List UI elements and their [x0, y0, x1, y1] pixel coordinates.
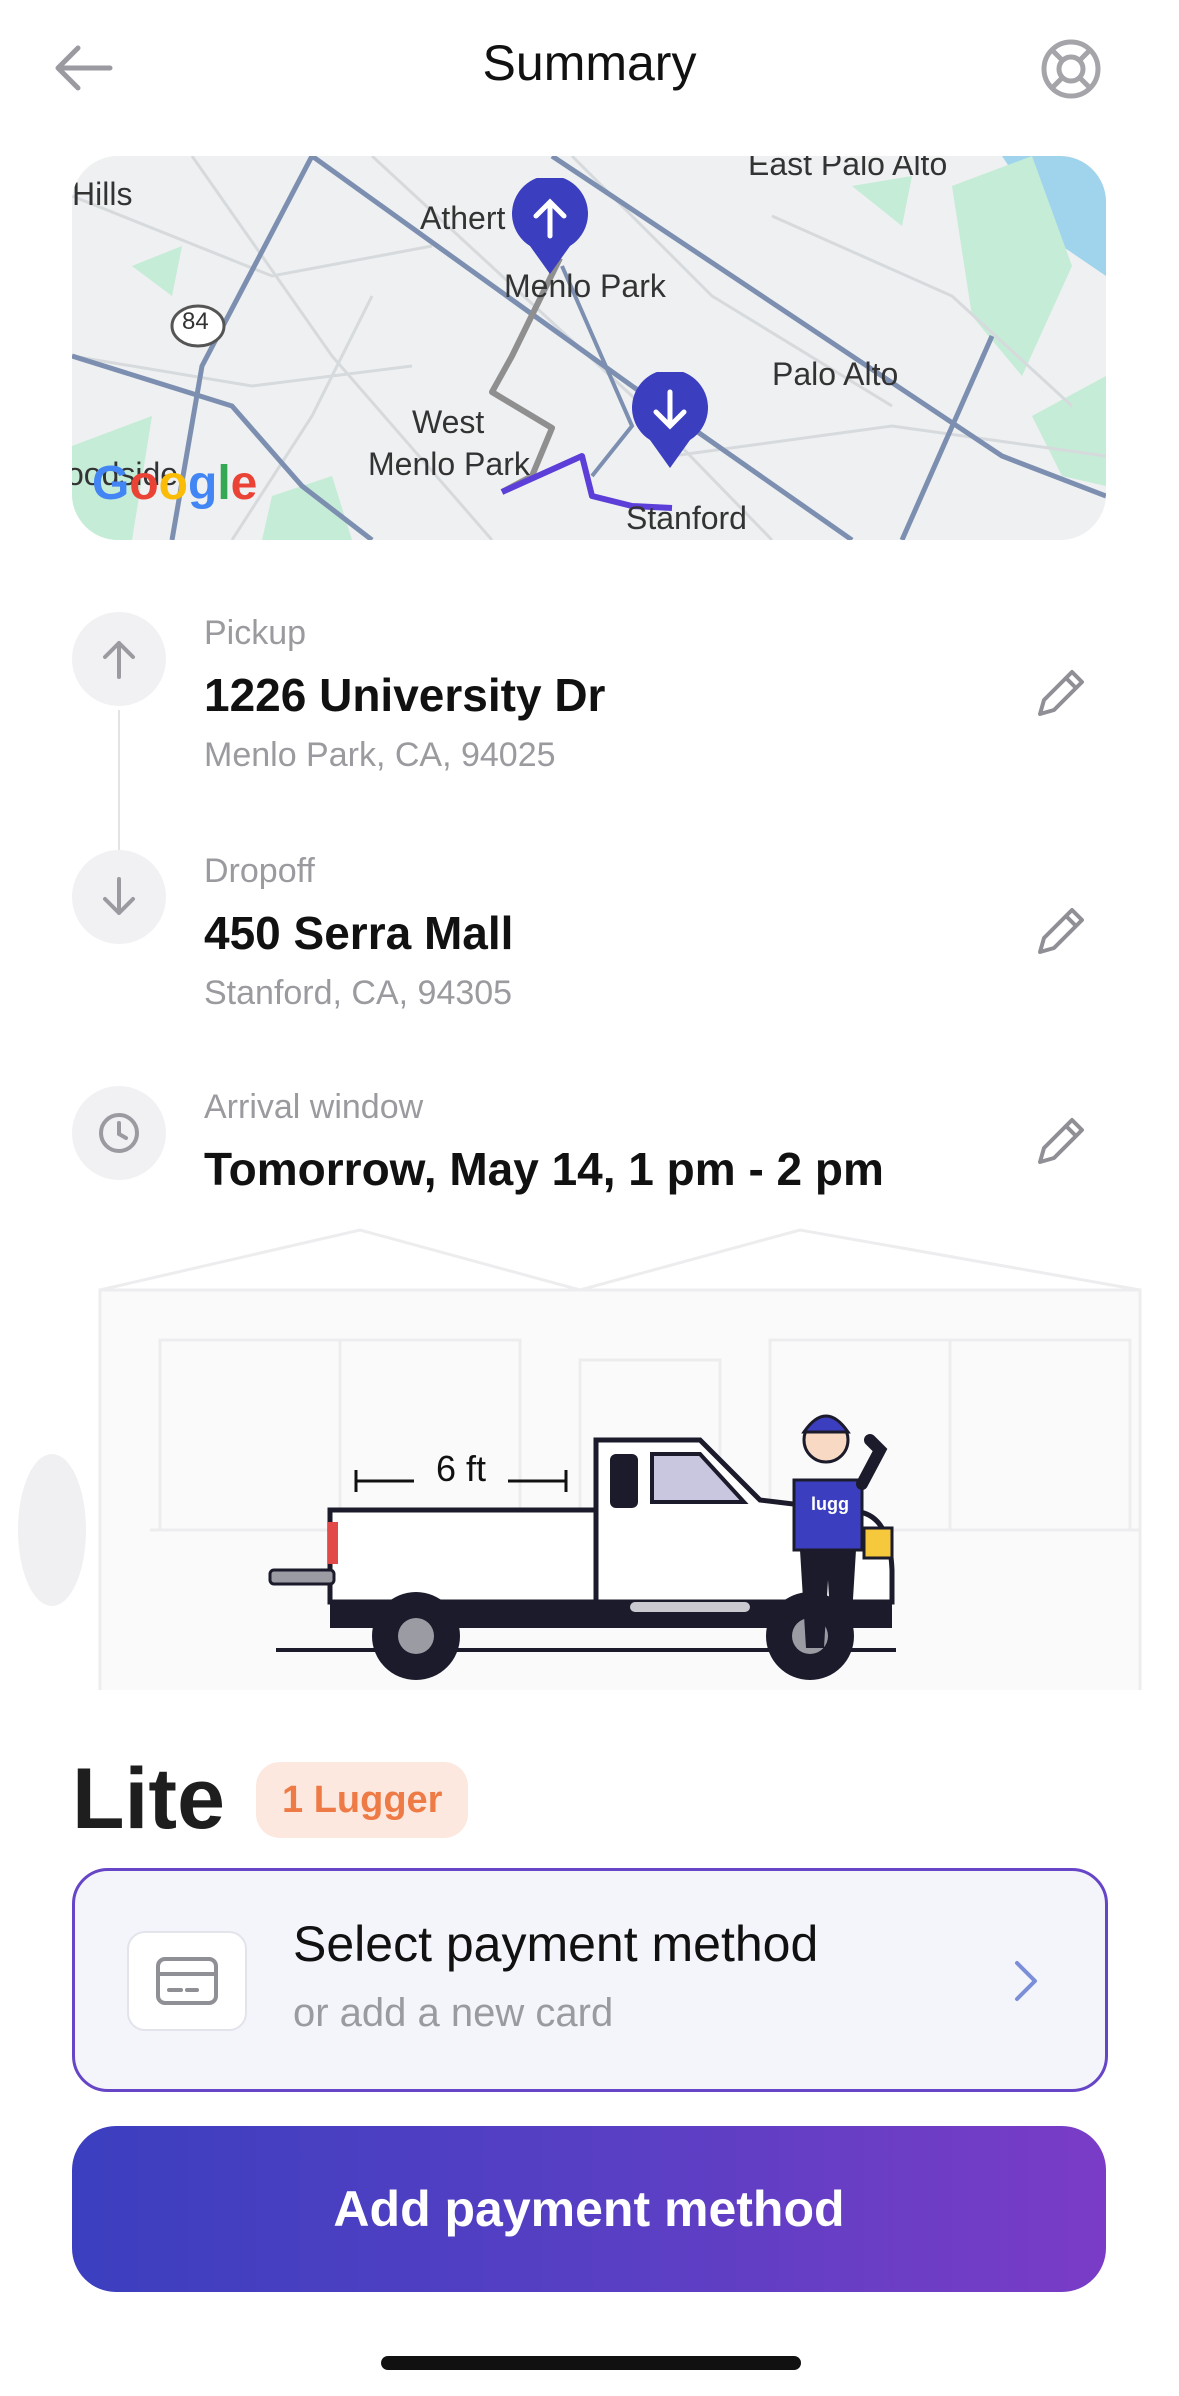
edit-pickup-icon[interactable] [1030, 664, 1090, 724]
route-connector [118, 710, 120, 854]
map-label: Menlo Park [368, 446, 530, 482]
pickup-label: Pickup [204, 614, 307, 652]
pickup-address: 1226 University Dr [204, 669, 606, 721]
chevron-right-icon [1015, 1961, 1037, 2001]
map-highway-label: 84 [182, 308, 209, 335]
arrow-up-icon [103, 641, 135, 679]
dropoff-address: 450 Serra Mall [204, 907, 514, 959]
plan-name: Lite [72, 1751, 225, 1847]
payment-title: Select payment method [293, 1916, 819, 1972]
google-logo: Google [92, 457, 258, 510]
dropoff-marker[interactable] [628, 372, 712, 472]
clock-icon [99, 1113, 139, 1153]
map-label: Athert [420, 200, 506, 236]
shrub-shape [18, 1454, 86, 1606]
dropoff-step-icon [72, 850, 166, 944]
add-payment-method-button[interactable]: Add payment method [72, 2126, 1106, 2292]
arrival-label: Arrival window [204, 1088, 424, 1126]
pickup-marker[interactable] [508, 178, 592, 278]
lifebuoy-icon [1041, 39, 1101, 99]
truck-illustration [18, 1228, 1142, 1690]
pickup-step-icon [72, 612, 166, 706]
pickup-city: Menlo Park, CA, 94025 [204, 736, 556, 774]
map-label: Stanford [626, 500, 747, 536]
dropoff-label: Dropoff [204, 852, 315, 890]
payment-subtitle: or add a new card [293, 1991, 614, 2035]
page-title: Summary [482, 35, 697, 91]
home-indicator [381, 2356, 801, 2370]
map-label: Hills [72, 176, 133, 212]
dropoff-city: Stanford, CA, 94305 [204, 974, 513, 1012]
map-label: East Palo Alto [748, 156, 948, 182]
select-payment-method-card[interactable]: Select payment method or add a new card [72, 1868, 1108, 2092]
help-button[interactable] [1038, 36, 1104, 102]
map-label: Palo Alto [772, 356, 899, 392]
arrow-down-icon [103, 877, 135, 915]
credit-card-icon [127, 1931, 247, 2031]
route-map[interactable]: Hills East Palo Alto Athert Menlo Park 8… [72, 156, 1106, 540]
lugger-count-badge: 1 Lugger [256, 1762, 469, 1838]
edit-dropoff-icon[interactable] [1030, 902, 1090, 962]
bed-length-label: 6 ft [435, 1448, 487, 1489]
map-label: West [412, 404, 485, 440]
lugger-shirt-text: lugg [811, 1494, 849, 1514]
